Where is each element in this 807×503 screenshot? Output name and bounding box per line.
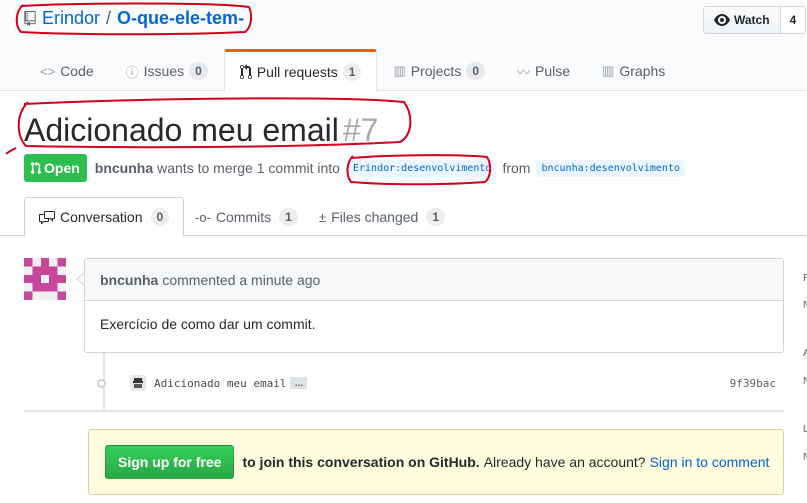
tab-files-changed[interactable]: ± Files changed 1: [304, 197, 460, 237]
repo-title: Erindor / O-que-ele-tem-: [24, 8, 244, 29]
commit-author-avatar[interactable]: [130, 375, 146, 391]
sign-in-link[interactable]: Sign in to comment: [650, 454, 770, 470]
pulse-icon: 〰: [517, 64, 531, 80]
pr-title: Adicionado meu email #7: [24, 112, 378, 149]
base-ref[interactable]: Erindor:desenvolvimento: [347, 159, 497, 177]
nav-tab-code[interactable]: <> Code: [24, 49, 110, 91]
commit-message-link[interactable]: Adicionado meu email: [154, 377, 286, 390]
repo-header: Erindor / O-que-ele-tem- Watch 4 <> Code…: [0, 0, 807, 92]
nav-tab-label: Issues: [143, 63, 185, 79]
repo-icon: [24, 11, 36, 26]
repo-nav: <> Code ⓘ Issues 0 Pull requests 1 ▥ Pro…: [24, 49, 681, 92]
git-commit-icon: [97, 378, 106, 388]
git-pull-request-icon: [31, 161, 41, 174]
nav-tab-label: Code: [60, 63, 94, 79]
comment-discussion-icon: [39, 211, 55, 224]
conversation-count: 0: [150, 208, 170, 226]
nav-tab-pulse[interactable]: 〰 Pulse: [501, 49, 586, 91]
pr-number: #7: [342, 112, 379, 148]
commit-row: Adicionado meu email … 9f39bac: [96, 373, 786, 393]
watch-label: Watch: [734, 13, 770, 27]
pr-author-link[interactable]: bncunha: [95, 160, 153, 176]
files-changed-count: 1: [426, 208, 445, 226]
nav-tab-pull-requests[interactable]: Pull requests 1: [223, 49, 378, 92]
watch-control: Watch 4: [703, 6, 807, 34]
nav-tab-label: Pull requests: [256, 63, 338, 80]
sidebar-fragment: L: [803, 424, 807, 435]
pr-merge-text: wants to merge 1 commit into: [157, 160, 340, 176]
watch-button[interactable]: Watch: [703, 6, 781, 34]
tab-label: Conversation: [60, 209, 143, 225]
repo-name-link[interactable]: O-que-ele-tem-: [117, 8, 244, 29]
git-commit-icon: -o-: [195, 209, 211, 225]
tab-commits[interactable]: -o- Commits 1: [180, 197, 313, 237]
signup-prompt: Sign up for free to join this conversati…: [88, 429, 784, 495]
sidebar-fragment: R: [803, 273, 807, 284]
sidebar-fragment: A: [803, 348, 807, 359]
nav-tab-issues[interactable]: ⓘ Issues 0: [110, 49, 224, 91]
commit-expand-button[interactable]: …: [290, 377, 308, 389]
nav-tab-graphs[interactable]: ▥ Graphs: [586, 49, 681, 91]
sign-up-button[interactable]: Sign up for free: [105, 445, 235, 479]
comment-timestamp[interactable]: commented a minute ago: [162, 272, 320, 288]
git-pull-request-icon: [239, 63, 252, 79]
pr-tabnav: Conversation 0 -o- Commits 1 ± Files cha…: [0, 197, 807, 237]
issues-count: 0: [189, 62, 208, 80]
pull-requests-count: 1: [342, 62, 362, 81]
comment-box: bncunha commented a minute ago Exercício…: [84, 258, 784, 353]
projects-count: 0: [466, 62, 486, 80]
comment-author-link[interactable]: bncunha: [100, 272, 158, 288]
pr-title-text: Adicionado meu email: [24, 112, 339, 148]
tab-conversation[interactable]: Conversation 0: [24, 197, 185, 237]
comment-body: Exercício de como dar um commit.: [100, 316, 316, 332]
eye-icon: [714, 14, 730, 26]
repo-separator: /: [106, 8, 112, 28]
tab-label: Files changed: [331, 209, 419, 225]
issue-icon: ⓘ: [125, 64, 139, 80]
timeline-divider: [24, 410, 784, 412]
avatar[interactable]: [24, 258, 66, 300]
nav-tab-projects[interactable]: ▥ Projects 0: [377, 49, 501, 91]
nav-tab-label: Graphs: [619, 63, 666, 79]
graph-icon: ▥: [602, 63, 615, 78]
sidebar-fragment: N: [803, 452, 807, 463]
nav-tab-label: Projects: [410, 63, 462, 79]
sidebar-fragment: N: [803, 300, 807, 311]
sidebar-fragment: N: [803, 376, 807, 387]
watch-count[interactable]: 4: [780, 6, 807, 34]
comment-header: bncunha commented a minute ago: [85, 259, 783, 301]
repo-owner-link[interactable]: Erindor: [42, 8, 100, 29]
head-ref[interactable]: bncunha:desenvolvimento: [536, 159, 685, 177]
pr-meta: Open bncunha wants to merge 1 commit int…: [24, 154, 689, 182]
pr-from-text: from: [502, 160, 531, 176]
code-icon: <>: [40, 63, 56, 79]
pr-state-label: Open: [44, 160, 80, 176]
diff-icon: ±: [319, 209, 327, 225]
pr-state-badge: Open: [24, 154, 87, 182]
nav-tab-label: Pulse: [535, 63, 571, 79]
commits-count: 1: [279, 208, 298, 226]
tab-label: Commits: [215, 209, 272, 225]
commit-sha[interactable]: 9f39bac: [730, 377, 776, 390]
signup-bold-text: to join this conversation on GitHub.: [242, 454, 480, 470]
project-icon: ▥: [393, 63, 406, 78]
signup-text: Already have an account?: [483, 454, 646, 470]
